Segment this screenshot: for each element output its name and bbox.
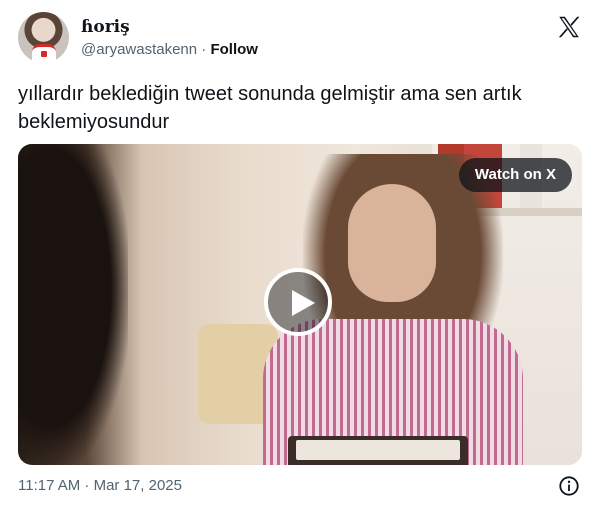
open-book (288, 436, 468, 465)
user-handle[interactable]: @aryawastakenn (81, 41, 197, 58)
tweet-timestamp[interactable]: 11:17 AM · Mar 17, 2025 (18, 477, 182, 494)
avatar[interactable] (18, 12, 69, 63)
display-name[interactable]: ɦoriş (81, 17, 130, 37)
follow-button[interactable]: Follow (210, 41, 258, 58)
info-icon[interactable] (558, 475, 580, 497)
tweet-text: yıllardır beklediğin tweet sonunda gelmi… (18, 83, 522, 133)
woman-face (348, 184, 436, 302)
foreground-silhouette (18, 144, 128, 465)
play-button[interactable] (264, 268, 332, 336)
video-player[interactable]: Watch on X (18, 144, 582, 465)
watch-on-x-button[interactable]: Watch on X (458, 158, 572, 192)
x-logo-icon[interactable] (556, 14, 582, 40)
tweet-card: ɦoriş @aryawastakenn · Follow yıllardır … (0, 0, 600, 516)
separator-dot: · (201, 41, 207, 58)
handle-row: @aryawastakenn · Follow (81, 41, 258, 58)
play-icon (292, 290, 315, 316)
avatar-jersey (32, 44, 56, 63)
